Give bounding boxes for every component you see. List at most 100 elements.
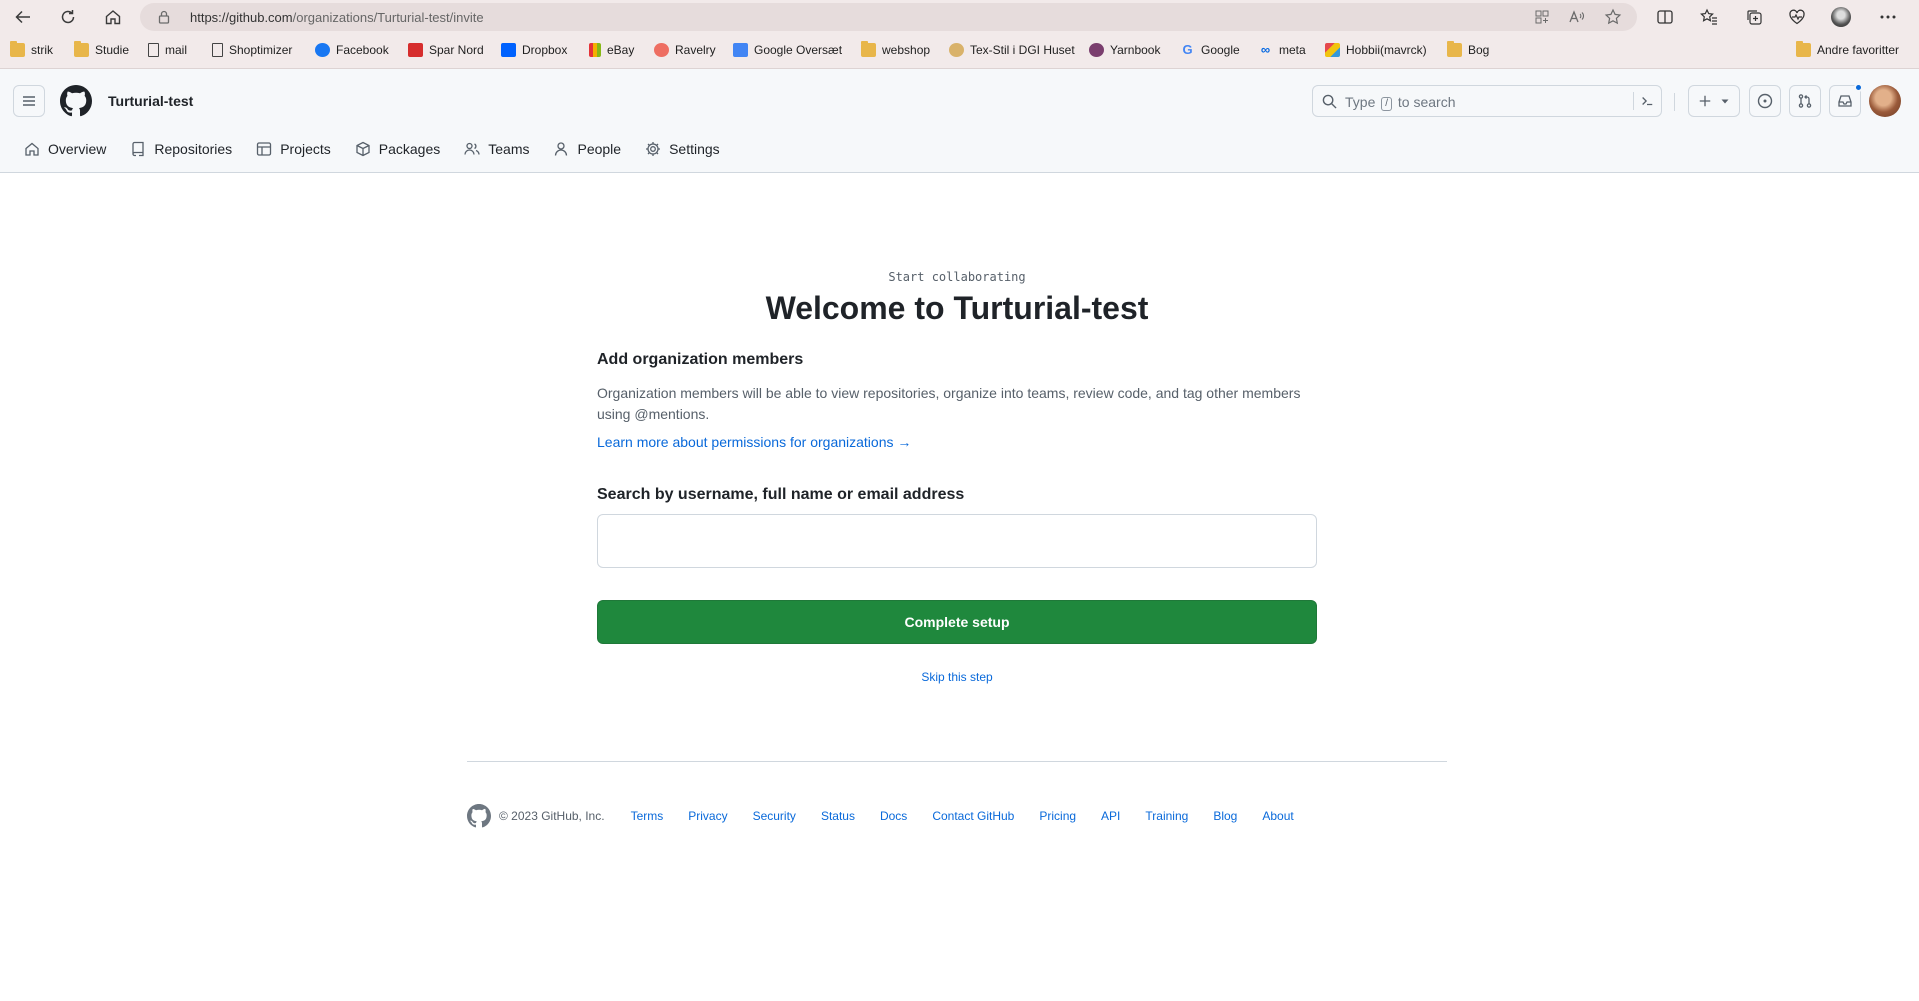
issues-button[interactable] bbox=[1749, 85, 1781, 117]
tab-overview[interactable]: Overview bbox=[16, 133, 114, 165]
dropbox-icon bbox=[501, 43, 516, 57]
url-host: https://github.com bbox=[190, 10, 293, 25]
bookmark-ravelry[interactable]: Ravelry bbox=[654, 41, 716, 59]
bookmark-label: Bog bbox=[1468, 43, 1490, 57]
tab-settings[interactable]: Settings bbox=[637, 133, 728, 165]
bookmark-spar-nord[interactable]: Spar Nord bbox=[408, 41, 484, 59]
folder-icon bbox=[10, 41, 25, 57]
plus-icon bbox=[1699, 95, 1711, 107]
tab-label: Repositories bbox=[154, 141, 233, 157]
split-screen-icon[interactable] bbox=[1650, 4, 1680, 30]
people-icon bbox=[464, 142, 480, 155]
tab-projects[interactable]: Projects bbox=[248, 133, 339, 165]
bookmark-label: Facebook bbox=[336, 43, 389, 57]
tab-packages[interactable]: Packages bbox=[347, 133, 448, 165]
facebook-icon bbox=[315, 43, 330, 57]
footer-link-api[interactable]: API bbox=[1101, 809, 1120, 823]
footer-link-terms[interactable]: Terms bbox=[631, 809, 664, 823]
home-icon[interactable] bbox=[96, 4, 130, 30]
member-search-label: Search by username, full name or email a… bbox=[597, 486, 965, 503]
lock-icon bbox=[158, 10, 170, 27]
footer-link-contact[interactable]: Contact GitHub bbox=[932, 809, 1014, 823]
bookmark-strik[interactable]: strik bbox=[10, 41, 53, 59]
repo-icon bbox=[132, 141, 145, 157]
menu-button[interactable] bbox=[13, 85, 45, 117]
favorite-star-icon[interactable] bbox=[1603, 8, 1623, 26]
inbox-button[interactable] bbox=[1829, 83, 1863, 117]
profile-icon[interactable] bbox=[1826, 4, 1856, 30]
skip-step-link[interactable]: Skip this step bbox=[597, 670, 1317, 684]
bookmark-label: Studie bbox=[95, 43, 130, 57]
ravelry-icon bbox=[654, 43, 669, 57]
complete-setup-button[interactable]: Complete setup bbox=[597, 600, 1317, 644]
collections-icon[interactable] bbox=[1739, 4, 1769, 30]
user-avatar[interactable] bbox=[1869, 85, 1901, 117]
tab-label: Projects bbox=[280, 141, 331, 157]
apps-icon[interactable] bbox=[1532, 8, 1552, 26]
tab-repositories[interactable]: Repositories bbox=[122, 133, 240, 165]
tab-teams[interactable]: Teams bbox=[456, 133, 537, 165]
more-options-icon[interactable] bbox=[1873, 4, 1903, 30]
footer-link-about[interactable]: About bbox=[1262, 809, 1293, 823]
bookmark-label: Andre favoritter bbox=[1817, 43, 1900, 57]
tab-label: Settings bbox=[669, 141, 720, 157]
page-title: Welcome to Turturial-test bbox=[765, 290, 1149, 326]
bookmarks-bar: strik Studie mail Shoptimizer Facebook S… bbox=[0, 38, 1919, 62]
page-icon bbox=[148, 43, 159, 57]
address-bar[interactable]: https://github.com/organizations/Turturi… bbox=[140, 3, 1637, 31]
bookmark-tex-stil[interactable]: Tex-Stil i DGI Huset bbox=[949, 41, 1075, 59]
search-input[interactable]: Type / to search bbox=[1312, 85, 1662, 117]
bookmark-label: Google bbox=[1201, 43, 1240, 57]
refresh-icon[interactable] bbox=[51, 4, 85, 30]
invite-members-panel: Start collaborating Welcome to Turturial… bbox=[597, 270, 1317, 684]
pull-requests-button[interactable] bbox=[1789, 85, 1821, 117]
bookmark-studie[interactable]: Studie bbox=[74, 41, 129, 59]
triangle-down-icon bbox=[1721, 99, 1729, 104]
tab-people[interactable]: People bbox=[545, 133, 629, 165]
bookmark-google-oversaet[interactable]: Google Oversæt bbox=[733, 41, 842, 59]
footer: © 2023 GitHub, Inc. Terms Privacy Securi… bbox=[467, 804, 1319, 828]
bookmark-bog[interactable]: Bog bbox=[1447, 41, 1489, 59]
footer-link-security[interactable]: Security bbox=[753, 809, 796, 823]
bookmark-other-favorites[interactable]: Andre favoritter bbox=[1796, 41, 1899, 59]
github-logo-icon[interactable] bbox=[60, 85, 92, 117]
bookmark-ebay[interactable]: eBay bbox=[589, 41, 634, 59]
browser-essentials-icon[interactable] bbox=[1782, 4, 1812, 30]
folder-icon bbox=[861, 41, 876, 57]
issue-opened-icon bbox=[1757, 93, 1773, 109]
create-new-button[interactable] bbox=[1688, 85, 1740, 117]
command-palette-icon[interactable] bbox=[1633, 92, 1655, 110]
hamburger-icon bbox=[23, 96, 35, 106]
bookmark-mail[interactable]: mail bbox=[148, 41, 187, 59]
bookmark-facebook[interactable]: Facebook bbox=[315, 41, 389, 59]
member-search-input[interactable] bbox=[597, 514, 1317, 568]
footer-link-pricing[interactable]: Pricing bbox=[1039, 809, 1076, 823]
bookmark-yarnbook[interactable]: Yarnbook bbox=[1089, 41, 1160, 59]
footer-link-status[interactable]: Status bbox=[821, 809, 855, 823]
github-header: Turturial-test Type / to search Overview… bbox=[0, 69, 1919, 173]
bookmark-label: Ravelry bbox=[675, 43, 716, 57]
bookmark-hobbii[interactable]: Hobbii(mavrck) bbox=[1325, 41, 1427, 59]
footer-link-training[interactable]: Training bbox=[1145, 809, 1188, 823]
bookmark-webshop[interactable]: webshop bbox=[861, 41, 930, 59]
org-name[interactable]: Turturial-test bbox=[108, 93, 193, 109]
search-shortcut-key: / bbox=[1381, 97, 1393, 111]
bookmark-label: webshop bbox=[882, 43, 931, 57]
url-path: /organizations/Turturial-test/invite bbox=[292, 10, 484, 25]
bookmark-label: mail bbox=[165, 43, 188, 57]
footer-link-privacy[interactable]: Privacy bbox=[688, 809, 727, 823]
back-icon[interactable] bbox=[6, 4, 40, 30]
favorites-icon[interactable] bbox=[1694, 4, 1724, 30]
header-divider bbox=[1674, 93, 1675, 111]
bookmark-shoptimizer[interactable]: Shoptimizer bbox=[212, 41, 292, 59]
page-kicker: Start collaborating bbox=[888, 270, 1026, 284]
bookmark-dropbox[interactable]: Dropbox bbox=[501, 41, 567, 59]
read-aloud-icon[interactable] bbox=[1567, 8, 1587, 26]
footer-divider bbox=[467, 761, 1447, 762]
bookmark-meta[interactable]: ∞ meta bbox=[1258, 41, 1306, 59]
bookmark-google[interactable]: G Google bbox=[1180, 41, 1240, 59]
footer-link-docs[interactable]: Docs bbox=[880, 809, 907, 823]
learn-more-link[interactable]: Learn more about permissions for organiz… bbox=[597, 434, 911, 450]
github-mark-icon[interactable] bbox=[467, 804, 491, 828]
footer-link-blog[interactable]: Blog bbox=[1213, 809, 1237, 823]
